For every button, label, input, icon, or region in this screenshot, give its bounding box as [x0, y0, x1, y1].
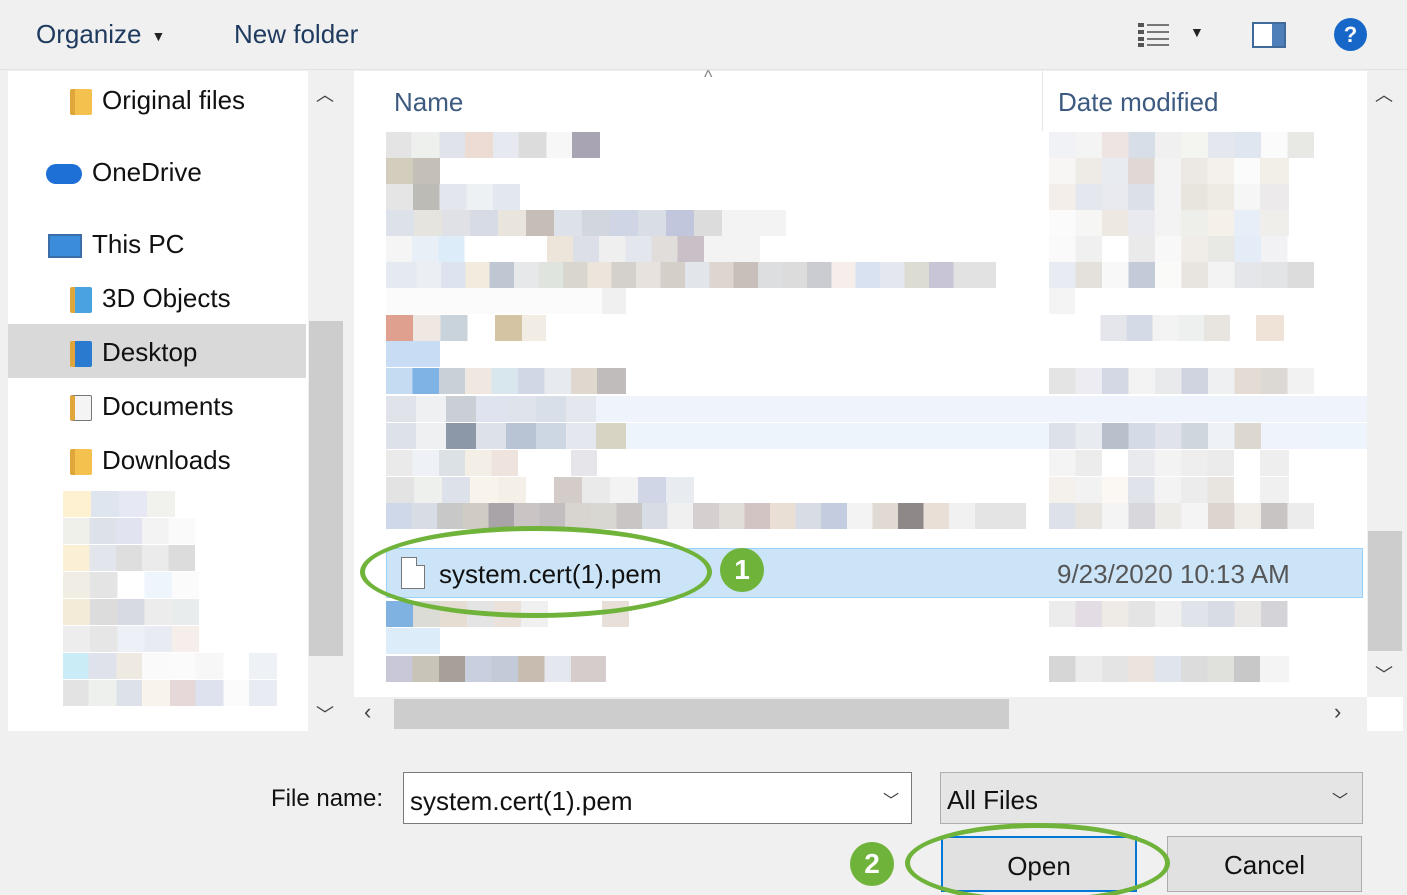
organize-label: Organize	[36, 19, 142, 49]
file-name-value: system.cert(1).pem	[410, 786, 633, 816]
view-options-icon[interactable]	[1137, 22, 1171, 48]
nav-item-label: Desktop	[102, 337, 198, 367]
view-dropdown-icon[interactable]: ▼	[1190, 24, 1204, 40]
annotation-ring-open	[905, 823, 1170, 895]
desktop-icon	[70, 341, 92, 368]
help-icon[interactable]: ?	[1334, 18, 1367, 51]
file-list-pane: ^ Name Date modified system.cert(1).pem …	[354, 67, 1403, 731]
annotation-ring-file	[360, 526, 712, 618]
nav-item-documents[interactable]: Documents	[70, 381, 234, 431]
file-type-value: All Files	[947, 785, 1039, 815]
nav-item-desktop[interactable]: Desktop	[70, 327, 197, 377]
nav-item-this-pc[interactable]: This PC	[48, 219, 184, 269]
nav-item-label: 3D Objects	[102, 283, 231, 313]
scroll-down-icon[interactable]: ﹀	[316, 701, 334, 727]
scroll-right-icon[interactable]: ›	[1334, 699, 1341, 725]
pc-icon	[48, 234, 82, 259]
scroll-left-icon[interactable]: ‹	[364, 699, 371, 725]
scroll-down-icon[interactable]: ﹀	[1375, 661, 1393, 687]
column-header-date-modified[interactable]: Date modified	[1058, 87, 1218, 118]
chevron-down-icon: ▼	[151, 28, 166, 45]
file-name-input[interactable]: system.cert(1).pem ﹀	[403, 772, 912, 824]
nav-item-3d-objects[interactable]: 3D Objects	[70, 273, 231, 323]
file-list-vertical-scrollbar[interactable]: ︿ ﹀	[1367, 71, 1403, 697]
folder-icon	[70, 89, 92, 116]
chevron-down-icon[interactable]: ﹀	[883, 787, 899, 811]
nav-item-downloads[interactable]: Downloads	[70, 435, 231, 485]
file-list-horizontal-scrollbar[interactable]: ‹ ›	[354, 697, 1367, 731]
vertical-scroll-thumb[interactable]	[1368, 531, 1402, 651]
horizontal-scroll-thumb[interactable]	[394, 699, 1009, 729]
nav-item-original-files[interactable]: Original files	[70, 75, 245, 125]
nav-item-label: OneDrive	[92, 157, 202, 187]
annotation-step-2-badge: 2	[850, 842, 894, 886]
file-name-label: File name:	[271, 785, 384, 812]
preview-pane-icon[interactable]	[1252, 22, 1286, 48]
nav-scrollbar[interactable]: ︿ ﹀	[308, 71, 344, 731]
new-folder-button[interactable]: New folder	[234, 14, 358, 54]
column-header-row: ^ Name Date modified	[354, 67, 1364, 131]
nav-item-label: Documents	[102, 391, 234, 421]
nav-item-label: Downloads	[102, 445, 231, 475]
documents-icon	[70, 395, 92, 422]
command-bar: Organize ▼ New folder ▼ ?	[0, 0, 1407, 70]
nav-item-label: Original files	[102, 85, 246, 115]
chevron-down-icon[interactable]: ﹀	[1332, 787, 1348, 811]
3d-objects-icon	[70, 287, 92, 314]
onedrive-icon	[46, 164, 82, 185]
nav-scroll-thumb[interactable]	[309, 321, 343, 656]
annotation-step-1-badge: 1	[720, 548, 764, 592]
nav-item-label: This PC	[92, 229, 185, 259]
file-date-modified: 9/23/2020 10:13 AM	[1057, 559, 1290, 589]
organize-menu-button[interactable]: Organize ▼	[36, 14, 165, 54]
file-type-select[interactable]: All Files ﹀	[940, 772, 1363, 824]
scroll-up-icon[interactable]: ︿	[316, 81, 334, 107]
downloads-icon	[70, 449, 92, 476]
nav-item-onedrive[interactable]: OneDrive	[46, 147, 202, 197]
cancel-button[interactable]: Cancel	[1167, 836, 1362, 892]
navigation-pane: Original files OneDrive This PC 3D Objec…	[8, 71, 344, 731]
scroll-up-icon[interactable]: ︿	[1375, 81, 1393, 107]
sort-ascending-icon: ^	[704, 67, 713, 87]
column-header-name[interactable]: Name	[394, 87, 463, 118]
column-separator[interactable]	[1042, 71, 1043, 131]
